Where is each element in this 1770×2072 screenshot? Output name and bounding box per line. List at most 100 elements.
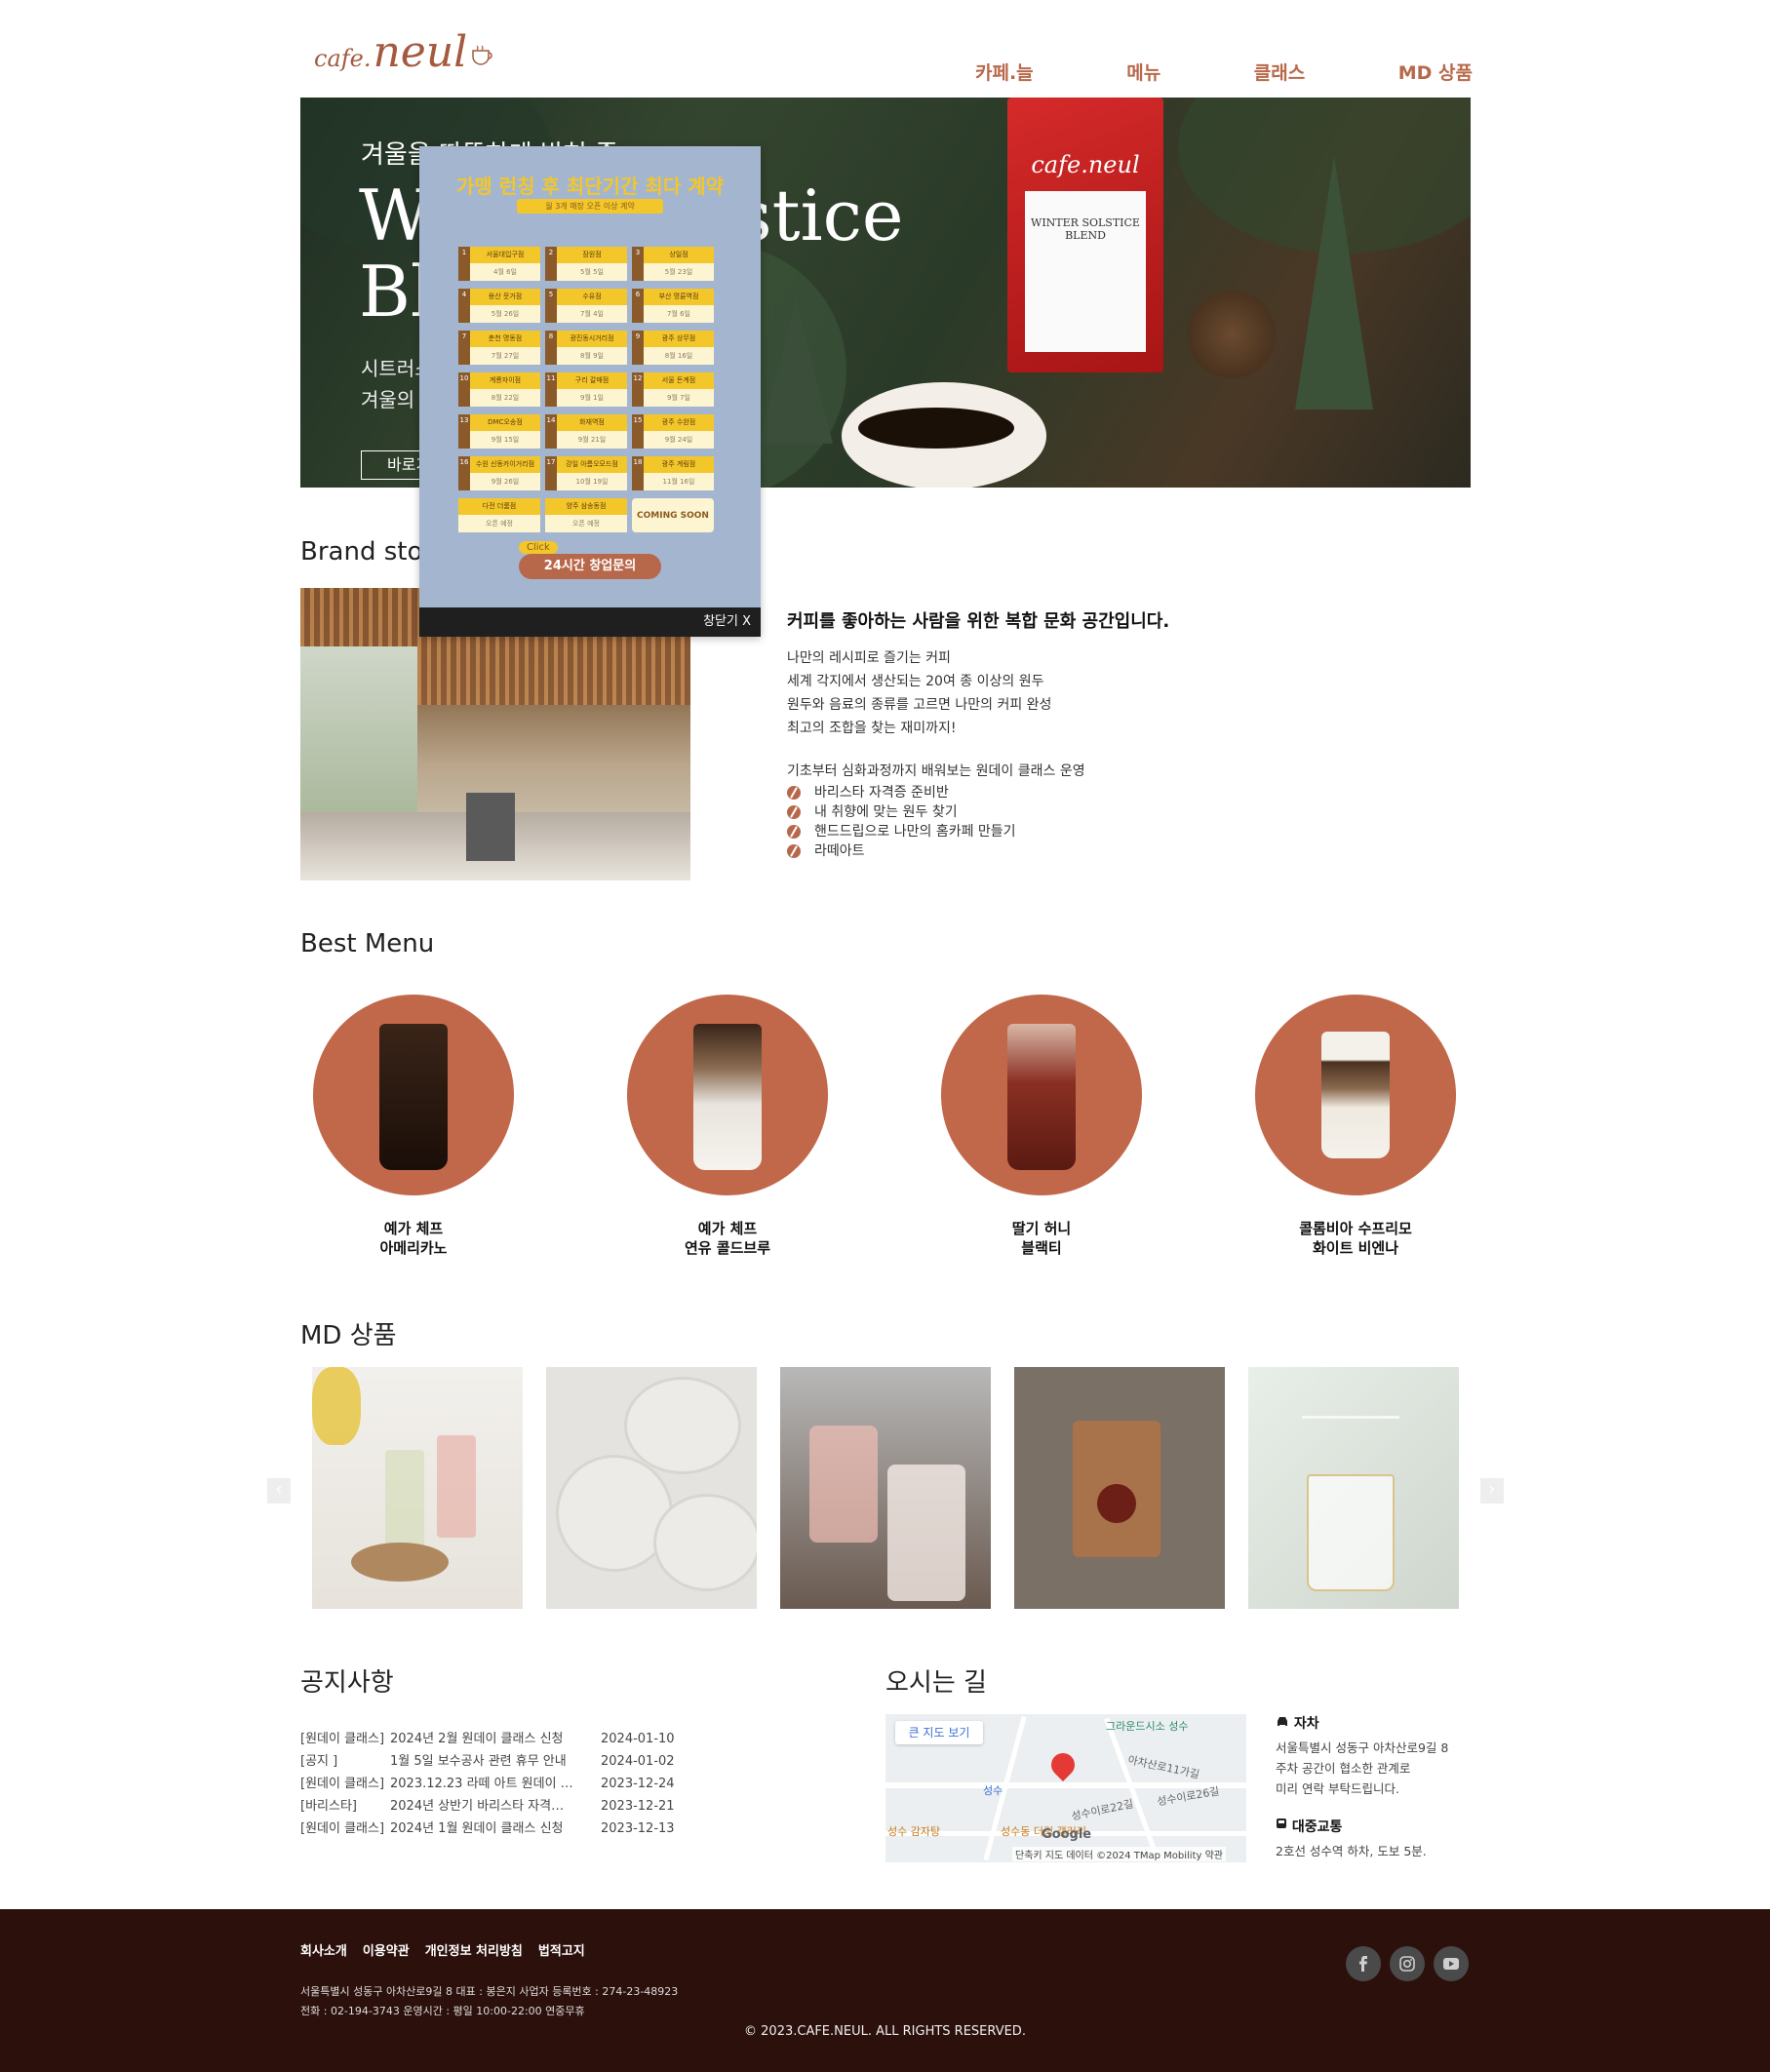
notice-title-link[interactable]: 2023.12.23 라떼 아트 원데이 … [390,1773,601,1795]
menu-name: 예가 체프 아메리카노 [379,1220,448,1257]
store-number: 9 [632,331,644,365]
store-grid: 1 서울대입구점 4월 6일 2 잠원점 5월 5일 3 상일점 5월 23일 4 용산 뭇거점 5월… [458,247,722,532]
brick-planter [466,793,515,861]
store-cell: 8 광진동시거리점 8월 9일 [545,331,627,365]
store-cell: 1 서울대입구점 4월 6일 [458,247,540,281]
menu-image-circle [627,995,828,1195]
notice-row[interactable]: [원데이 클래스] 2023.12.23 라떼 아트 원데이 … 2023-12-2… [300,1773,710,1795]
store-number: 11 [545,372,557,407]
notice-row[interactable]: [원데이 클래스] 2024년 1월 원데이 클래스 신청 2023-12-13 [300,1818,710,1840]
notice-date: 2024-01-10 [601,1732,675,1746]
footer-info-line1: 서울특별시 성동구 아차산로9길 8 대표 : 봉은지 사업자 등록번호 : 2… [300,1985,679,1998]
notice-title-link[interactable]: 2024년 1월 원데이 클래스 신청 [390,1818,601,1840]
map-label: 그라운드시소 성수 [1106,1720,1189,1733]
menu-item-strawberry-honey-tea[interactable]: 딸기 허니 블랙티 [941,995,1142,1258]
footer-links: 회사소개 이용약관 개인정보 처리방침 법적고지 [300,1940,585,1959]
map-marker-icon[interactable] [1046,1748,1080,1781]
class-item: 라떼아트 [787,841,1470,861]
nav-md-products[interactable]: MD 상품 [1398,59,1473,85]
map-embed[interactable]: 큰 지도 보기 그라운드시소 성수 아차산로11가길 성수이로26길 성수이로2… [885,1714,1246,1862]
store-number: 6 [632,289,644,323]
directions-info: 자차 서울특별시 성동구 아차산로9길 8 주차 공간이 협소한 관계로 미리 … [1276,1713,1480,1861]
notice-category: [원데이 클래스] [300,1777,385,1791]
popup-close-button[interactable]: 창닫기 X [419,607,761,637]
md-product-card[interactable] [1248,1367,1459,1609]
store-name: 수원 신동카이거리점 [470,456,540,473]
store-name: 구리 갈매점 [557,372,627,389]
store-name: 용산 뭇거점 [470,289,540,305]
notice-title-link[interactable]: 2024년 상반기 바리스타 자격… [390,1795,601,1818]
md-product-card[interactable] [780,1367,991,1609]
store-cell: 15 광주 수완점 9월 24일 [632,414,714,449]
store-date: 7월 6일 [644,305,714,323]
coffee-bean-icon [787,786,801,800]
nav-menu[interactable]: 메뉴 [1126,59,1160,85]
mini-tree-decoration [1295,156,1373,410]
notice-title-link[interactable]: 1월 5일 보수공사 관련 휴무 안내 [390,1750,601,1773]
coffee-bag-image: cafe.neul WINTER SOLSTICE BLEND [1007,98,1163,372]
transit-title: 대중교통 [1291,1819,1343,1835]
store-date: 9월 15일 [470,431,540,449]
notice-row[interactable]: [바리스타] 2024년 상반기 바리스타 자격… 2023-12-21 [300,1795,710,1818]
menu-item-white-vienna[interactable]: 콜롬비아 수프리모 화이트 비엔나 [1255,995,1456,1258]
youtube-icon[interactable] [1434,1946,1469,1981]
md-product-card[interactable] [546,1367,757,1609]
carousel-next-button[interactable]: › [1480,1478,1504,1504]
nav-class[interactable]: 클래스 [1254,59,1305,85]
large-map-button[interactable]: 큰 지도 보기 [895,1721,983,1744]
facebook-icon[interactable] [1346,1946,1381,1981]
map-label: 아차산로11가길 [1126,1753,1201,1781]
store-number: 13 [458,414,470,449]
logo-big-text: neul [373,27,468,77]
store-cell: 13 DMC오송점 9월 15일 [458,414,540,449]
menu-item-cold-brew-latte[interactable]: 예가 체프 연유 콜드브루 [627,995,828,1258]
instagram-icon[interactable] [1390,1946,1425,1981]
notice-title-link[interactable]: 2024년 2월 원데이 클래스 신청 [390,1728,601,1750]
notice-row[interactable]: [공지 ] 1월 5일 보수공사 관련 휴무 안내 2024-01-02 [300,1750,710,1773]
store-cell: 5 수유점 7월 4일 [545,289,627,323]
store-cell: 7 춘천 명동점 7월 27일 [458,331,540,365]
notice-row[interactable]: [원데이 클래스] 2024년 2월 원데이 클래스 신청 2024-01-10 [300,1728,710,1750]
brand-line: 최고의 조합을 찾는 재미까지! [787,721,957,736]
coffee-bean-icon [787,805,801,819]
store-cell: 11 구리 갈매점 9월 1일 [545,372,627,407]
notice-category: [원데이 클래스] [300,1732,385,1746]
footer-link-terms[interactable]: 이용약관 [363,1940,410,1959]
carousel-prev-button[interactable]: ‹ [267,1478,291,1504]
map-label: 성수 [983,1784,1003,1797]
nav-cafe-neul[interactable]: 카페.늘 [975,59,1034,85]
store-date: 9월 26일 [470,473,540,490]
car-line: 미리 연락 부탁드립니다. [1276,1781,1399,1796]
class-item: 핸드드립으로 나만의 홈카페 만들기 [787,822,1470,841]
notice-category: [바리스타] [300,1799,357,1814]
bag-label-title: WINTER SOLSTICE BLEND [1031,216,1140,242]
store-cell: 16 수원 신동카이거리점 9월 26일 [458,456,540,490]
menu-item-americano[interactable]: 예가 체프 아메리카노 [313,995,514,1258]
notice-date: 2024-01-02 [601,1754,675,1769]
footer-link-privacy[interactable]: 개인정보 처리방침 [425,1940,523,1959]
store-name: 다전 더룸점 [458,498,540,515]
notice-title: 공지사항 [300,1668,394,1698]
store-date: 5월 23일 [644,263,714,281]
store-cell: 6 부산 명륜역점 7월 6일 [632,289,714,323]
footer-link-company[interactable]: 회사소개 [300,1940,347,1959]
store-cell: 12 서울 돈계점 9월 7일 [632,372,714,407]
brand-line: 나만의 레시피로 즐기는 커피 [787,650,951,666]
store-name: 광주 수완점 [644,414,714,431]
map-label: 성수이로22길 [1070,1797,1135,1823]
car-heading: 자차 [1276,1713,1480,1733]
cafe-neul-logo[interactable]: cafe. neul [314,27,496,77]
location-title: 오시는 길 [885,1668,987,1698]
logo-small-text: cafe. [314,45,372,72]
store-name: 계룡자이점 [470,372,540,389]
franchise-inquiry-button[interactable]: 24시간 창업문의 [519,554,661,579]
store-name: 수유점 [557,289,627,305]
store-date: 9월 21일 [557,431,627,449]
menu-image-circle [1255,995,1456,1195]
md-product-card[interactable] [312,1367,523,1609]
store-name: 화재역점 [557,414,627,431]
md-product-card[interactable] [1014,1367,1225,1609]
footer-link-legal[interactable]: 법적고지 [538,1940,585,1959]
notice-category: [원데이 클래스] [300,1821,385,1836]
store-cell: 10 계룡자이점 8월 22일 [458,372,540,407]
